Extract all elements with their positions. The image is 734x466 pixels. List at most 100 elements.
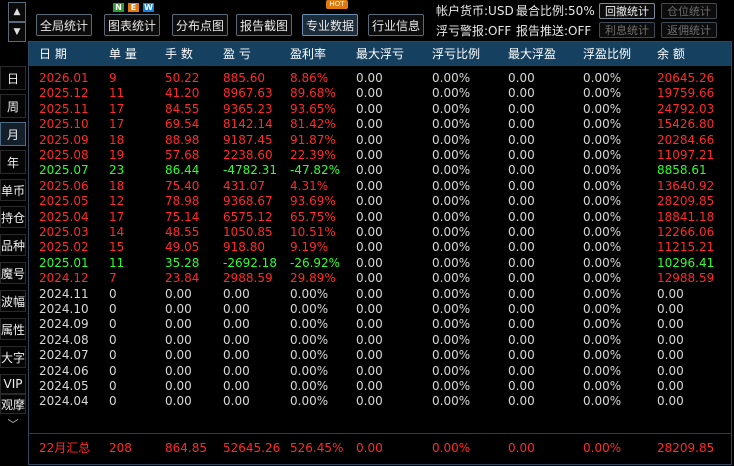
table-cell: 65.75% bbox=[290, 209, 336, 224]
table-cell: 0.00% bbox=[583, 132, 622, 147]
rebate-stats-button[interactable]: 返佣统计 bbox=[661, 22, 717, 38]
table-cell: 4.31% bbox=[290, 178, 329, 193]
column-header[interactable]: 浮盈比例 bbox=[583, 42, 631, 66]
column-header[interactable]: 单 量 bbox=[109, 42, 137, 66]
industry-info-button[interactable]: 行业信息 bbox=[368, 14, 424, 36]
table-cell: 885.60 bbox=[223, 71, 265, 85]
table-row[interactable]: 2026.01 9 50.22 885.60 8.86% 0.00 0.00% 0.00 0.0… bbox=[29, 71, 731, 86]
table-cell: 2025.08 bbox=[39, 148, 89, 162]
table-cell: 0.00% bbox=[432, 117, 471, 132]
table-cell: 10296.41 bbox=[657, 255, 715, 270]
table-cell: 9368.67 bbox=[223, 194, 273, 209]
chevron-down-icon[interactable]: ﹀ bbox=[0, 415, 26, 433]
column-header[interactable]: 盈 亏 bbox=[223, 42, 251, 66]
table-cell: 2024.11 bbox=[39, 286, 89, 301]
table-cell: 0.00 bbox=[657, 379, 684, 393]
table-cell: 69.54 bbox=[165, 117, 200, 132]
table-cell: 35.28 bbox=[165, 255, 200, 270]
table-cell: 2025.02 bbox=[39, 240, 89, 255]
table-cell: 12266.06 bbox=[657, 225, 715, 239]
table-row[interactable]: 2024.04 0 0.00 0.00 0.00% 0.00 0.00% 0.00 0.00% 0… bbox=[29, 394, 731, 409]
table-row[interactable]: 2024.06 0 0.00 0.00 0.00% 0.00 0.00% 0.00 0.00% 0… bbox=[29, 364, 731, 379]
table-cell: 0.00 bbox=[508, 86, 535, 101]
sidebar-item[interactable]: 月 bbox=[0, 122, 26, 146]
table-cell: 2026.01 bbox=[39, 71, 89, 85]
sidebar-item[interactable]: 日 bbox=[0, 66, 26, 90]
table-cell: 9365.23 bbox=[223, 101, 273, 116]
report-push-status[interactable]: 报告推送:OFF bbox=[516, 22, 591, 39]
summary-cell: 208 bbox=[109, 441, 132, 455]
interest-stats-button[interactable]: 利息统计 bbox=[599, 22, 655, 38]
table-cell: 0.00 bbox=[356, 209, 383, 224]
chart-stats-button[interactable]: 图表统计 bbox=[104, 14, 160, 36]
table-cell: 88.98 bbox=[165, 132, 200, 147]
column-header[interactable]: 余 额 bbox=[657, 42, 685, 66]
position-stats-button[interactable]: 仓位统计 bbox=[661, 3, 717, 19]
sidebar-item[interactable]: VIP bbox=[0, 374, 26, 394]
table-row[interactable]: 2025.05 12 78.98 9368.67 93.69% 0.00 0.00% 0.00… bbox=[29, 194, 731, 209]
summary-cell: 52645.26 bbox=[223, 441, 281, 455]
column-header[interactable]: 浮亏比例 bbox=[432, 42, 480, 66]
table-row[interactable]: 2025.02 15 49.05 918.80 9.19% 0.00 0.00% 0.00 0.… bbox=[29, 240, 731, 255]
pro-data-button[interactable]: 专业数据 bbox=[302, 14, 358, 36]
table-row[interactable]: 2025.12 11 41.20 8967.63 89.68% 0.00 0.00% 0.00… bbox=[29, 86, 731, 101]
table-row[interactable]: 2024.12 7 23.84 2988.59 29.89% 0.00 0.00% 0.00 0… bbox=[29, 271, 731, 286]
scroll-down-button[interactable]: ▼ bbox=[8, 22, 26, 42]
table-cell: 0.00 bbox=[657, 394, 684, 409]
drawdown-stats-button[interactable]: 回撤统计 bbox=[599, 3, 655, 19]
sidebar-item[interactable]: 魔号 bbox=[0, 262, 26, 284]
table-cell: 0.00% bbox=[583, 302, 622, 316]
table-row[interactable]: 2025.01 11 35.28 -2692.18 -26.92% 0.00 0.00% 0.… bbox=[29, 256, 731, 271]
scroll-up-button[interactable]: ▲ bbox=[8, 2, 26, 22]
column-header[interactable]: 最大浮亏 bbox=[356, 42, 404, 66]
table-cell: 48.55 bbox=[165, 225, 200, 239]
sidebar-item[interactable]: 周 bbox=[0, 94, 26, 118]
sidebar-item[interactable]: 品种 bbox=[0, 234, 26, 256]
table-row[interactable]: 2024.08 0 0.00 0.00 0.00% 0.00 0.00% 0.00 0.00% 0… bbox=[29, 333, 731, 348]
table-cell: 93.69% bbox=[290, 194, 336, 209]
table-row[interactable]: 2024.05 0 0.00 0.00 0.00% 0.00 0.00% 0.00 0.00% 0… bbox=[29, 379, 731, 394]
table-cell: 86.44 bbox=[165, 163, 200, 178]
table-cell: 0.00 bbox=[508, 317, 535, 332]
table-row[interactable]: 2025.11 17 84.55 9365.23 93.65% 0.00 0.00% 0.00… bbox=[29, 102, 731, 117]
column-header[interactable]: 日 期 bbox=[39, 42, 67, 66]
global-stats-button[interactable]: 全局统计 bbox=[36, 14, 92, 36]
table-cell: 0.00 bbox=[508, 209, 535, 224]
sidebar-item[interactable]: 年 bbox=[0, 150, 26, 174]
distribution-plot-button[interactable]: 分布点图 bbox=[172, 14, 228, 36]
column-header[interactable]: 最大浮盈 bbox=[508, 42, 556, 66]
table-cell: 11 bbox=[109, 255, 125, 270]
sidebar-item[interactable]: 持仓 bbox=[0, 206, 26, 228]
sidebar-item[interactable]: 属性 bbox=[0, 318, 26, 340]
sidebar-item[interactable]: 波幅 bbox=[0, 290, 26, 312]
table-row[interactable]: 2024.11 0 0.00 0.00 0.00% 0.00 0.00% 0.00 0.00% 0… bbox=[29, 287, 731, 302]
table-row[interactable]: 2025.07 23 86.44 -4782.31 -47.82% 0.00 0.00% 0.… bbox=[29, 163, 731, 178]
column-header[interactable]: 手 数 bbox=[165, 42, 193, 66]
table-row[interactable]: 2025.04 17 75.14 6575.12 65.75% 0.00 0.00% 0.00… bbox=[29, 210, 731, 225]
table-cell: 0.00 bbox=[356, 163, 383, 178]
table-row[interactable]: 2025.10 17 69.54 8142.14 81.42% 0.00 0.00% 0.00… bbox=[29, 117, 731, 132]
table-cell: 0 bbox=[109, 363, 117, 378]
table-cell: 0.00% bbox=[583, 363, 622, 378]
column-header[interactable]: 盈利率 bbox=[290, 42, 326, 66]
table-cell: 93.65% bbox=[290, 101, 336, 116]
table-cell: 22.39% bbox=[290, 148, 336, 162]
table-row[interactable]: 2024.10 0 0.00 0.00 0.00% 0.00 0.00% 0.00 0.00% 0… bbox=[29, 302, 731, 317]
sidebar-item[interactable]: 观摩 bbox=[0, 394, 26, 414]
float-alert-status[interactable]: 浮亏警报:OFF bbox=[436, 22, 511, 39]
report-screenshot-button[interactable]: 报告截图 bbox=[236, 14, 292, 36]
table-row[interactable]: 2025.09 18 88.98 9187.45 91.87% 0.00 0.00% 0.00… bbox=[29, 133, 731, 148]
table-row[interactable]: 2024.07 0 0.00 0.00 0.00% 0.00 0.00% 0.00 0.00% 0… bbox=[29, 348, 731, 363]
table-cell: 18 bbox=[109, 178, 125, 193]
table-row[interactable]: 2024.09 0 0.00 0.00 0.00% 0.00 0.00% 0.00 0.00% 0… bbox=[29, 317, 731, 332]
table-row[interactable]: 2025.06 18 75.40 431.07 4.31% 0.00 0.00% 0.00 0.… bbox=[29, 179, 731, 194]
table-cell: 2025.01 bbox=[39, 255, 89, 270]
table-row[interactable]: 2025.03 14 48.55 1050.85 10.51% 0.00 0.00% 0.00… bbox=[29, 225, 731, 240]
table-cell: 0.00% bbox=[583, 117, 622, 132]
sidebar-item[interactable]: 单币 bbox=[0, 179, 26, 201]
table-row[interactable]: 2025.08 19 57.68 2238.60 22.39% 0.00 0.00% 0.00… bbox=[29, 148, 731, 163]
table-cell: 0.00 bbox=[356, 194, 383, 209]
sidebar-item[interactable]: 大字 bbox=[0, 346, 26, 368]
table-cell: 0.00 bbox=[356, 255, 383, 270]
table-cell: 75.40 bbox=[165, 178, 200, 193]
